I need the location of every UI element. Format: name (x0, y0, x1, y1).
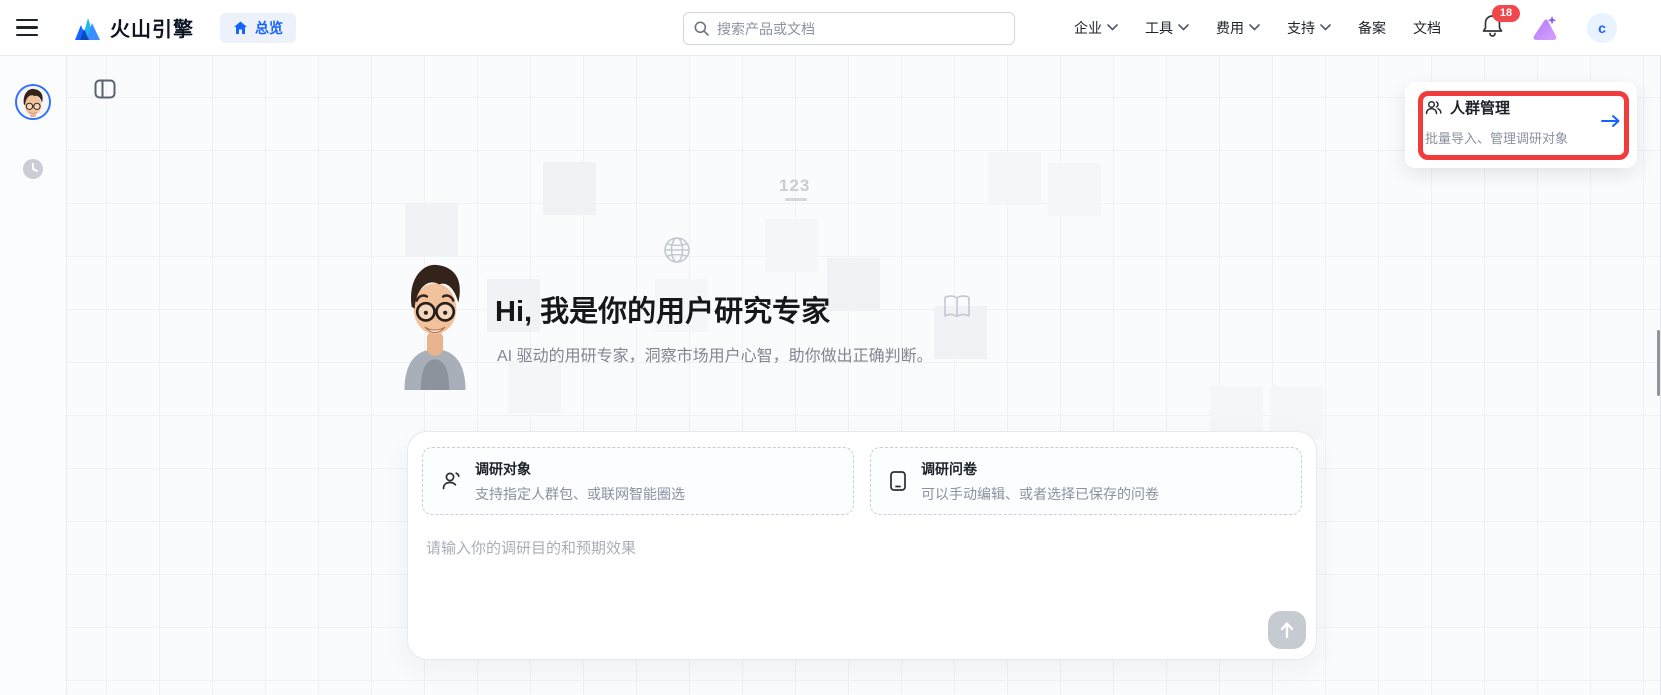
menu-icon[interactable] (16, 15, 42, 41)
card-subtitle: 批量导入、管理调研对象 (1425, 131, 1569, 146)
home-icon (234, 21, 247, 34)
research-goal-input[interactable] (422, 529, 1302, 619)
grid-cell-decoration (827, 258, 880, 311)
option-description: 可以手动编辑、或者选择已保存的问卷 (921, 485, 1159, 502)
chevron-down-icon (1320, 24, 1331, 31)
overview-tab[interactable]: 总览 (220, 12, 296, 43)
questionnaire-icon (890, 471, 906, 491)
nav-menu-docs[interactable]: 文档 (1413, 18, 1441, 38)
ai-assistant-icon[interactable] (1530, 15, 1560, 41)
people-group-icon (1425, 100, 1442, 115)
brand-name: 火山引擎 (110, 19, 194, 41)
nav-label: 企业 (1074, 19, 1102, 36)
top-navbar: 火山引擎 总览 企业 工具 费用 支持 备案 (0, 0, 1661, 56)
clock-icon (23, 159, 43, 179)
expert-avatar-image (404, 264, 466, 390)
global-search[interactable] (683, 12, 1015, 45)
grid-cell-decoration (543, 162, 596, 215)
page-subtitle: AI 驱动的用研专家，洞察市场用户心智，助你做出正确判断。 (497, 348, 933, 365)
panel-layout-icon (94, 79, 116, 98)
nav-menu-icp[interactable]: 备案 (1358, 18, 1386, 38)
grid-cell-decoration (405, 204, 458, 257)
notification-count-badge: 18 (1492, 4, 1520, 22)
nav-label: 支持 (1287, 19, 1315, 36)
grid-cell-decoration (1048, 163, 1101, 216)
search-icon (694, 21, 709, 36)
left-rail (0, 56, 67, 695)
sidebar-toggle-button[interactable] (92, 78, 118, 102)
navbar-menus: 企业 工具 费用 支持 备案 文档 18 c (1074, 4, 1617, 43)
grid-cell-decoration (765, 219, 818, 272)
nav-label: 工具 (1145, 19, 1173, 36)
main-canvas: 123 Hi, 我是你的用户研究专家 AI 驱动的用研专家，洞察市场用户心智，助… (67, 56, 1661, 695)
composer-options: 调研对象 支持指定人群包、或联网智能圈选 调研问卷 可以手动编辑、或者选择已保存… (422, 447, 1302, 515)
overview-label: 总览 (255, 19, 283, 36)
nav-menu-billing[interactable]: 费用 (1216, 18, 1260, 38)
nav-label: 费用 (1216, 19, 1244, 36)
option-title: 调研问卷 (921, 460, 977, 477)
search-input[interactable] (717, 20, 1004, 37)
send-button[interactable] (1268, 611, 1306, 649)
user-select-icon (442, 472, 460, 490)
option-description: 支持指定人群包、或联网智能圈选 (475, 485, 685, 502)
book-icon (944, 295, 970, 318)
page-title: Hi, 我是你的用户研究专家 (495, 296, 831, 328)
globe-icon (664, 237, 690, 263)
notifications-button[interactable]: 18 (1482, 4, 1520, 42)
survey-questionnaire-option[interactable]: 调研问卷 可以手动编辑、或者选择已保存的问卷 (870, 447, 1302, 515)
nav-menu-tools[interactable]: 工具 (1145, 18, 1189, 38)
nav-label: 文档 (1413, 19, 1441, 36)
account-avatar[interactable]: c (1587, 12, 1617, 43)
card-title: 人群管理 (1450, 100, 1511, 117)
nav-menu-enterprise[interactable]: 企业 (1074, 18, 1118, 38)
survey-audience-option[interactable]: 调研对象 支持指定人群包、或联网智能圈选 (422, 447, 854, 515)
history-button[interactable] (22, 158, 44, 180)
chevron-down-icon (1107, 24, 1118, 31)
chevron-down-icon (1249, 24, 1260, 31)
option-title: 调研对象 (475, 460, 531, 477)
scrollbar-thumb[interactable] (1657, 330, 1660, 396)
research-composer-card: 调研对象 支持指定人群包、或联网智能圈选 调研问卷 可以手动编辑、或者选择已保存… (407, 431, 1317, 660)
arrow-right-icon (1601, 115, 1620, 127)
grid-cell-decoration (508, 360, 561, 413)
brand-logo[interactable]: 火山引擎 (72, 13, 194, 42)
agent-avatar-thumbnail[interactable] (15, 84, 51, 120)
arrow-up-icon (1280, 622, 1294, 639)
nav-label: 备案 (1358, 19, 1386, 36)
grid-cell-decoration (988, 152, 1041, 205)
volcengine-logo-icon (75, 17, 100, 40)
nav-menu-support[interactable]: 支持 (1287, 18, 1331, 38)
numbers-decoration: 123 (779, 176, 810, 201)
audience-management-card[interactable]: 人群管理 批量导入、管理调研对象 (1405, 82, 1637, 168)
chevron-down-icon (1178, 24, 1189, 31)
